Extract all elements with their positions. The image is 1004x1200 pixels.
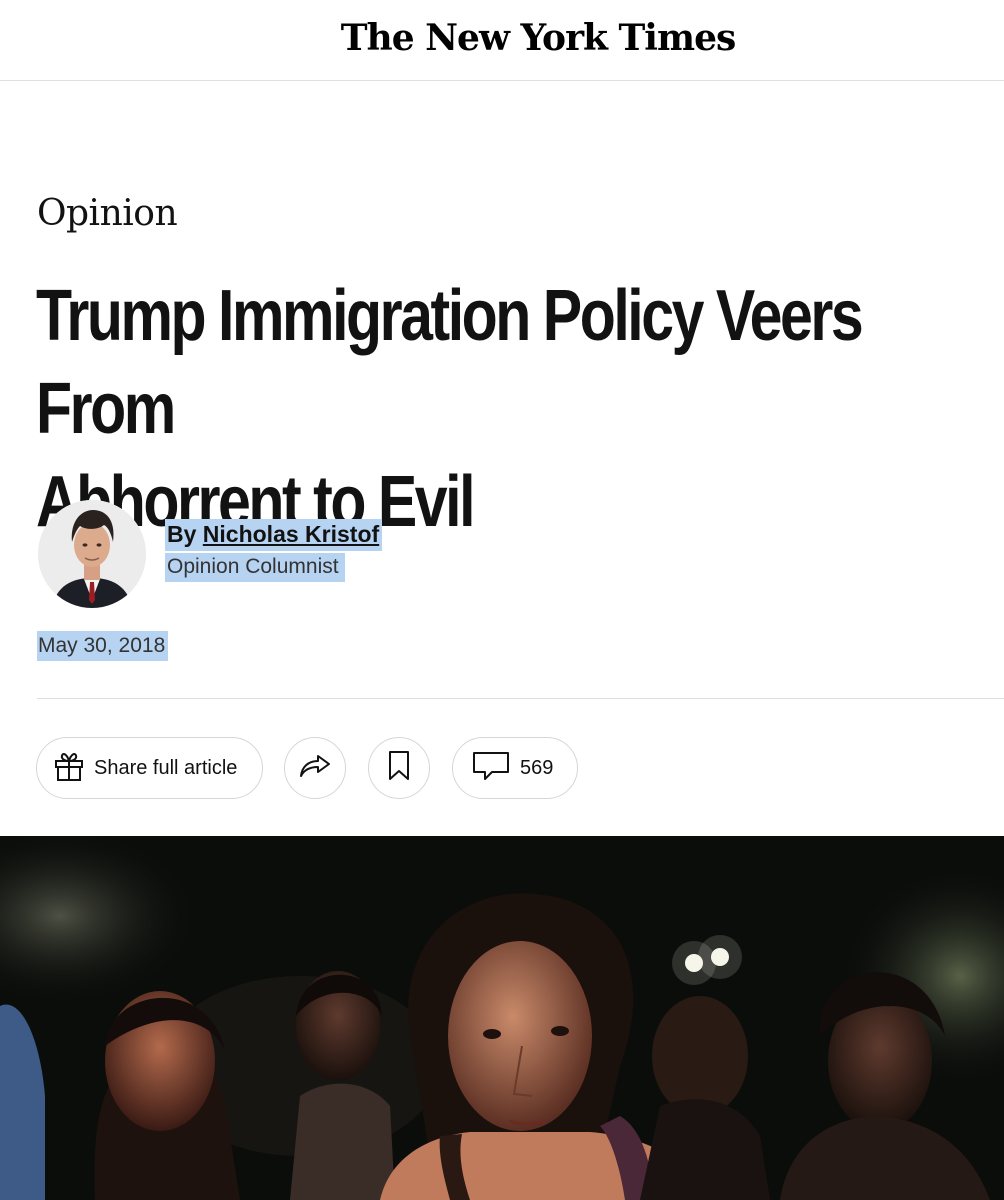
- byline-text: By Nicholas Kristof: [165, 519, 383, 551]
- author-role: Opinion Columnist: [165, 553, 345, 582]
- comment-bubble-icon: [472, 750, 510, 787]
- byline: By Nicholas Kristof Opinion Columnist: [165, 519, 383, 582]
- nyt-logo[interactable]: The New York Times: [269, 17, 736, 59]
- share-full-article-button[interactable]: Share full article: [36, 737, 263, 799]
- masthead: The New York Times: [0, 0, 1004, 81]
- section-label[interactable]: Opinion: [37, 193, 178, 234]
- comments-button[interactable]: 569: [452, 737, 578, 799]
- hero-photo: [0, 836, 1004, 1200]
- bookmark-icon: [387, 750, 411, 787]
- publish-date: May 30, 2018: [37, 631, 169, 661]
- byline-prefix: By: [167, 521, 203, 547]
- gift-icon: [52, 749, 86, 788]
- author-avatar[interactable]: [38, 500, 146, 608]
- share-arrow-icon: [298, 751, 332, 786]
- save-button[interactable]: [368, 737, 430, 799]
- article-headline: Trump Immigration Policy Veers From Abho…: [36, 270, 995, 549]
- comments-count: 569: [520, 756, 554, 779]
- author-link[interactable]: Nicholas Kristof: [203, 521, 379, 547]
- divider: [37, 698, 1004, 699]
- share-button[interactable]: [284, 737, 346, 799]
- share-label: Share full article: [94, 756, 238, 779]
- headline-line-1: Trump Immigration Policy Veers From: [36, 276, 864, 449]
